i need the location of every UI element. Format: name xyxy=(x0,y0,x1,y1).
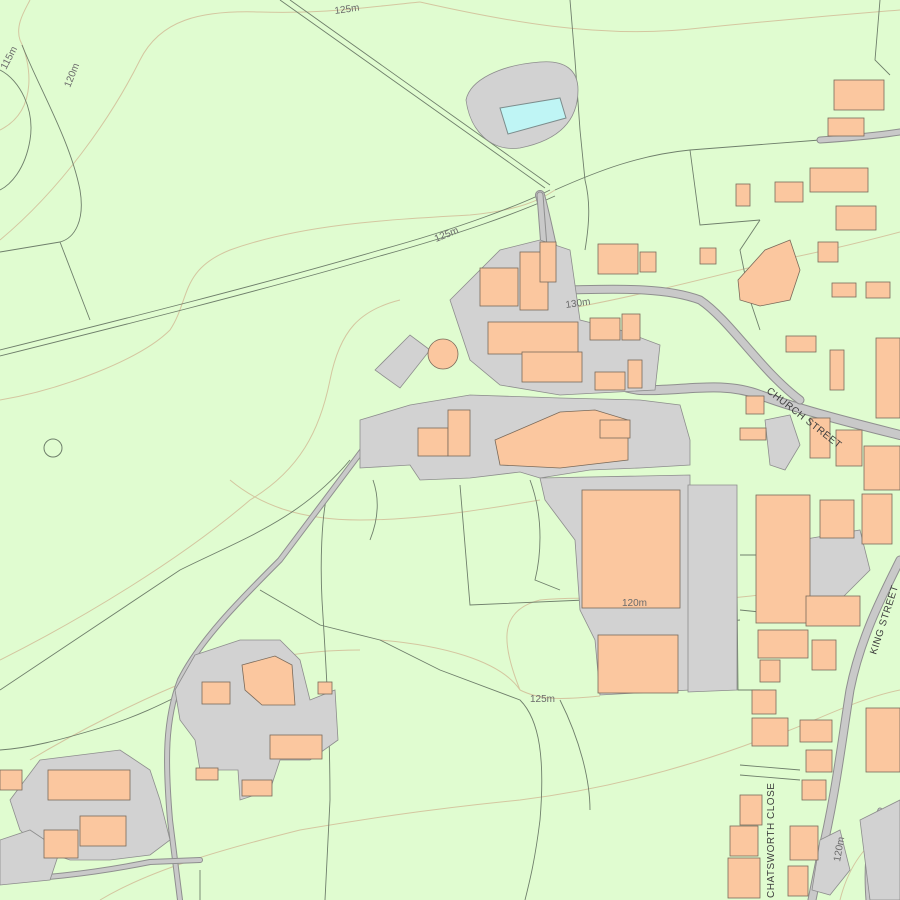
contour-label-120m-factory: 120m xyxy=(622,598,647,609)
contour-label-125m-south: 125m xyxy=(530,694,555,705)
street-label-chatsworth-close: CHATSWORTH CLOSE xyxy=(766,783,777,898)
map-canvas[interactable]: 125m 115m 120m 125m 130m 120m 125m 120m … xyxy=(0,0,900,900)
